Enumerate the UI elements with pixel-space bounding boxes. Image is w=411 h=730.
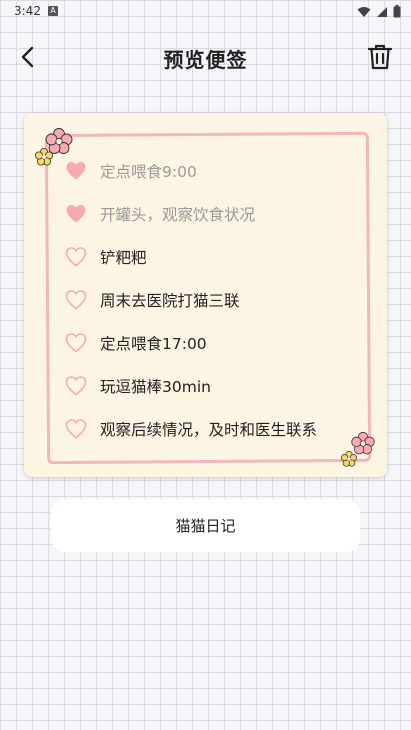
checklist-item-text: 铲粑粑 [100, 248, 147, 267]
checklist-item[interactable]: 定点喂食9:00 [64, 149, 354, 192]
cat-diary-button[interactable]: 猫猫日记 [51, 499, 360, 552]
page-title: 预览便签 [163, 48, 248, 72]
note-card: 定点喂食9:00 开罐头，观察饮食状况 铲粑粑周末去医院打猫三联 定点喂食17:00 玩… [24, 113, 387, 477]
checklist-item[interactable]: 开罐头，观察饮食状况 [64, 192, 354, 235]
flower-icon [35, 148, 53, 166]
checklist-item[interactable]: 玩逗猫棒30min [64, 364, 354, 407]
heart-outline-icon[interactable] [64, 417, 88, 441]
notification-icon: A [48, 6, 58, 16]
heart-filled-icon[interactable] [64, 159, 88, 183]
heart-outline-icon[interactable] [64, 245, 88, 269]
checklist-item-text: 定点喂食17:00 [100, 334, 207, 353]
trash-icon [367, 44, 393, 70]
status-bar: 3:42 A [0, 0, 411, 24]
checklist-item[interactable]: 定点喂食17:00 [64, 321, 354, 364]
heart-outline-icon[interactable] [64, 331, 88, 355]
heart-filled-icon[interactable] [64, 202, 88, 226]
signal-icon [377, 6, 387, 17]
checklist-item-text: 周末去医院打猫三联 [100, 291, 240, 310]
checklist-item[interactable]: 观察后续情况，及时和医生联系 [64, 407, 354, 450]
delete-button[interactable] [365, 42, 395, 72]
flower-icon [340, 450, 358, 467]
checklist-item[interactable]: 周末去医院打猫三联 [64, 278, 354, 321]
status-time: 3:42 [14, 4, 41, 18]
heart-outline-icon[interactable] [64, 288, 88, 312]
checklist-item-text: 开罐头，观察饮食状况 [100, 205, 256, 224]
wifi-icon [357, 6, 371, 17]
checklist-item-text: 定点喂食9:00 [100, 162, 197, 181]
header: 预览便签 [0, 36, 411, 78]
checklist-item-text: 玩逗猫棒30min [100, 377, 211, 396]
status-icons [357, 5, 401, 18]
battery-icon [393, 5, 401, 18]
checklist-item-text: 观察后续情况，及时和医生联系 [100, 420, 318, 439]
note-list: 定点喂食9:00 开罐头，观察饮食状况 铲粑粑周末去医院打猫三联 定点喂食17:00 玩… [64, 149, 354, 450]
heart-outline-icon[interactable] [64, 374, 88, 398]
checklist-item[interactable]: 铲粑粑 [64, 235, 354, 278]
